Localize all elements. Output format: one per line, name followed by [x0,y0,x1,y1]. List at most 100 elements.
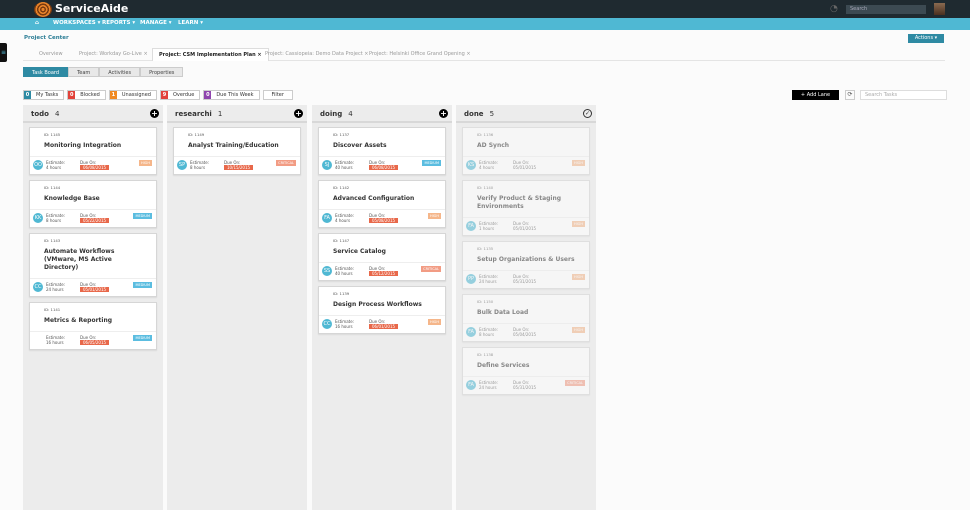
tab-csm[interactable]: Project: CSM Implementation Plan × [152,48,269,61]
task-title[interactable]: Define Services [477,362,589,370]
card-header: ID: 1135 Setup Organizations & Users [463,242,589,271]
task-card[interactable]: ID: 1138 Define Services FA Estimate: 24 hou… [462,347,590,395]
lane-title: todo [31,110,49,118]
tab-properties[interactable]: Properties [140,67,184,77]
task-card[interactable]: ID: 1139 Design Process Workflows CC Estima… [318,286,446,334]
task-card[interactable]: ID: 1147 Service Catalog SS Estimate: 40 hou… [318,233,446,281]
task-title[interactable]: Analyst Training/Education [188,142,300,150]
task-card[interactable]: ID: 1144 Knowledge Base KK Estimate: 8 hours… [29,180,157,228]
assignee-avatar[interactable]: FA [322,213,332,223]
task-title[interactable]: Design Process Workflows [333,301,445,309]
priority-badge: MEDIUM [422,160,441,166]
filter-label: Blocked [80,92,100,98]
rss-icon[interactable]: ◔ [830,4,838,14]
global-search-input[interactable]: Search [846,5,926,14]
filter-due-this-week[interactable]: 0 Due This Week [203,90,260,100]
task-card[interactable]: ID: 1149 Analyst Training/Education SP Esti… [173,127,301,175]
nav-workspaces[interactable]: WORKSPACES ▾ [53,20,100,26]
refresh-icon[interactable]: ⟳ [845,90,855,100]
assignee-avatar[interactable]: OO [33,160,43,170]
lane-doing: doing 4 + ID: 1137 Discover Assets SJ Estimate… [312,105,452,510]
task-card[interactable]: ID: 1135 Setup Organizations & Users PP Est… [462,241,590,289]
due-date: Due On: 05/01/2015 [513,221,536,231]
assignee-avatar[interactable]: FA [466,380,476,390]
task-title[interactable]: Automate Workflows (VMware, MS Active Di… [44,248,156,272]
assignee-avatar[interactable]: KK [33,213,43,223]
task-card[interactable]: ID: 1141 Metrics & Reporting Estimate: 16 h… [29,302,157,350]
task-title[interactable]: Knowledge Base [44,195,156,203]
task-title[interactable]: Metrics & Reporting [44,317,156,325]
filter-button[interactable]: Filter [262,90,293,100]
filter-my-tasks[interactable]: 0 My Tasks [23,90,65,100]
filter-overdue[interactable]: 9 Overdue [159,90,201,100]
task-title[interactable]: Bulk Data Load [477,309,589,317]
assignee-avatar[interactable]: SS [322,266,332,276]
search-tasks-input[interactable]: Search Tasks [860,90,947,100]
lane-done: done 5 ✓ ID: 1136 AD Synch KS Estimate: 4 hours… [456,105,596,510]
card-footer: CC Estimate: 16 hours Due On: 06/01/2015 HIGH [319,316,445,333]
task-card[interactable]: ID: 1150 Bulk Data Load FA Estimate: 8 hours… [462,294,590,342]
nav-reports[interactable]: REPORTS ▾ [102,20,135,26]
assignee-avatar[interactable]: SJ [322,160,332,170]
task-card[interactable]: ID: 1137 Discover Assets SJ Estimate: 40 hou… [318,127,446,175]
task-card[interactable]: ID: 1142 Advanced Configuration FA Estimate… [318,180,446,228]
breadcrumb[interactable]: Project Center [24,35,69,41]
actions-button[interactable]: Actions ▾ [908,34,944,43]
task-title[interactable]: Verify Product & Staging Environments [477,195,589,211]
tab-helsinki[interactable]: Project: Helsinki Office Grand Opening × [363,48,477,61]
tab-cassiopeia[interactable]: Project: Cassiopeia: Demo Data Project × [259,48,374,61]
tab-task-board[interactable]: Task Board [23,67,69,77]
task-id: ID: 1136 [477,132,494,137]
home-icon[interactable]: ⌂ [35,20,39,26]
task-title[interactable]: Monitoring Integration [44,142,156,150]
tab-workday[interactable]: Project: Workday Go-Live × [73,48,154,61]
filter-blocked[interactable]: 0 Blocked [67,90,106,100]
task-title[interactable]: Service Catalog [333,248,445,256]
brand-name: ServiceAide [55,2,129,15]
user-avatar[interactable] [934,3,945,15]
add-task-icon[interactable]: + [294,109,303,118]
card-header: ID: 1144 Knowledge Base [30,181,156,210]
estimate: Estimate: 40 hours [335,266,354,276]
task-title[interactable]: Advanced Configuration [333,195,445,203]
card-header: ID: 1145 Monitoring Integration [30,128,156,157]
assignee-avatar[interactable]: CC [33,282,43,292]
assignee-avatar[interactable]: FA [466,221,476,231]
tab-team[interactable]: Team [68,67,100,77]
check-circle-icon[interactable]: ✓ [583,109,592,118]
priority-badge: HIGH [427,319,441,325]
nav-learn[interactable]: LEARN ▾ [178,20,203,26]
add-task-icon[interactable]: + [439,109,448,118]
task-title[interactable]: Setup Organizations & Users [477,256,589,264]
task-card[interactable]: ID: 1136 AD Synch KS Estimate: 4 hours Due On… [462,127,590,175]
sidebar-toggle[interactable]: ≡ [0,43,7,62]
add-task-icon[interactable]: + [150,109,159,118]
lane-count: 5 [489,110,495,118]
nav-manage[interactable]: MANAGE ▾ [140,20,172,26]
tab-overview[interactable]: Overview [33,48,69,61]
assignee-avatar[interactable]: KS [466,160,476,170]
lane-count: 4 [348,110,353,118]
priority-badge: HIGH [571,221,585,227]
tab-activities[interactable]: Activities [99,67,141,77]
assignee-avatar[interactable]: PP [466,274,476,284]
priority-badge: HIGH [571,160,585,166]
task-title[interactable]: AD Synch [477,142,589,150]
task-title[interactable]: Discover Assets [333,142,445,150]
due-value: 05/31/2015 [513,279,537,284]
task-id: ID: 1143 [44,238,61,243]
task-card[interactable]: ID: 1145 Monitoring Integration OO Estimate… [29,127,157,175]
card-list: ID: 1137 Discover Assets SJ Estimate: 40 hou… [312,123,452,343]
add-lane-button[interactable]: + Add Lane [792,90,839,100]
task-id: ID: 1150 [477,299,494,304]
priority-badge: CRITICAL [421,266,441,272]
assignee-avatar[interactable]: FA [466,327,476,337]
assignee-avatar[interactable]: CC [322,319,332,329]
task-card[interactable]: ID: 1140 Verify Product & Staging Environ… [462,180,590,236]
task-card[interactable]: ID: 1143 Automate Workflows (VMware, MS A… [29,233,157,297]
assignee-avatar[interactable]: SP [177,160,187,170]
filter-unassigned[interactable]: 1 Unassigned [108,90,157,100]
estimate-value: 40 hours [335,271,353,276]
card-header: ID: 1138 Define Services [463,348,589,377]
task-id: ID: 1147 [333,238,350,243]
